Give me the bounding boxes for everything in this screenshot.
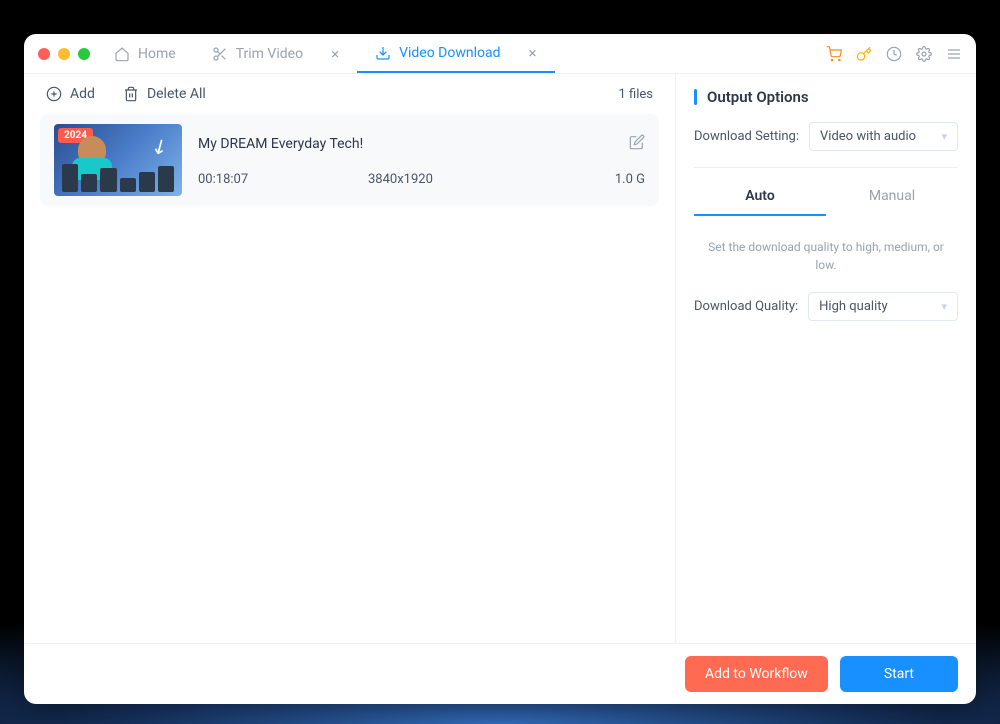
download-quality-field: Download Quality: High quality ▾ <box>694 292 958 321</box>
cart-icon[interactable] <box>826 46 842 62</box>
output-options-sidebar: Output Options Download Setting: Video w… <box>676 74 976 643</box>
tab-manual[interactable]: Manual <box>826 178 958 216</box>
titlebar: Home Trim Video × Video Download × <box>24 34 976 74</box>
tab-trim-video[interactable]: Trim Video × <box>194 34 357 73</box>
file-count: 1 files <box>619 87 654 102</box>
start-button[interactable]: Start <box>840 656 958 692</box>
tab-auto[interactable]: Auto <box>694 178 826 216</box>
tab-video-download[interactable]: Video Download × <box>357 34 554 73</box>
history-icon[interactable] <box>886 46 902 62</box>
file-resolution: 3840x1920 <box>368 172 615 187</box>
menu-icon[interactable] <box>946 46 962 62</box>
download-setting-label: Download Setting: <box>694 129 799 144</box>
quality-hint: Set the download quality to high, medium… <box>694 216 958 292</box>
settings-icon[interactable] <box>916 46 932 62</box>
minimize-window-button[interactable] <box>58 48 70 60</box>
home-icon <box>114 46 130 62</box>
quality-tabs: Auto Manual <box>694 178 958 216</box>
close-tab-trim[interactable]: × <box>331 45 339 63</box>
add-label: Add <box>70 86 95 102</box>
download-setting-select[interactable]: Video with audio ▾ <box>809 122 958 151</box>
app-window: Home Trim Video × Video Download × <box>24 34 976 704</box>
maximize-window-button[interactable] <box>78 48 90 60</box>
file-size: 1.0 G <box>615 172 645 187</box>
file-duration: 00:18:07 <box>198 172 368 187</box>
tabs: Home Trim Video × Video Download × <box>108 34 826 73</box>
download-quality-value: High quality <box>819 299 887 314</box>
titlebar-actions <box>826 46 962 62</box>
key-icon[interactable] <box>856 46 872 62</box>
tab-trim-label: Trim Video <box>236 46 303 62</box>
delete-all-button[interactable]: Delete All <box>123 86 206 102</box>
main-panel: Add Delete All 1 files 2024 ↙ <box>24 74 676 643</box>
content: Add Delete All 1 files 2024 ↙ <box>24 74 976 643</box>
chevron-down-icon: ▾ <box>941 300 947 313</box>
download-quality-select[interactable]: High quality ▾ <box>808 292 958 321</box>
file-item[interactable]: 2024 ↙ My DREAM Everyday Tech! <box>40 114 659 206</box>
add-button[interactable]: Add <box>46 86 95 102</box>
file-title: My DREAM Everyday Tech! <box>198 136 363 152</box>
sidebar-title: Output Options <box>694 88 958 106</box>
tab-home-label: Home <box>138 46 176 62</box>
pencil-icon <box>629 134 645 150</box>
add-to-workflow-button[interactable]: Add to Workflow <box>685 656 828 692</box>
file-toolbar: Add Delete All 1 files <box>24 74 675 114</box>
trash-icon <box>123 86 139 102</box>
video-thumbnail: 2024 ↙ <box>54 124 182 196</box>
tab-download-label: Video Download <box>399 45 500 61</box>
thumb-arrow: ↙ <box>146 131 173 160</box>
chevron-down-icon: ▾ <box>941 130 947 143</box>
tab-home[interactable]: Home <box>108 34 194 73</box>
divider <box>694 167 958 168</box>
footer: Add to Workflow Start <box>24 643 976 704</box>
plus-circle-icon <box>46 86 62 102</box>
file-list: 2024 ↙ My DREAM Everyday Tech! <box>24 114 675 643</box>
traffic-lights <box>38 48 90 60</box>
scissors-icon <box>212 46 228 62</box>
download-quality-label: Download Quality: <box>694 299 798 314</box>
download-setting-field: Download Setting: Video with audio ▾ <box>694 122 958 151</box>
download-icon <box>375 45 391 61</box>
edit-file-button[interactable] <box>629 134 645 154</box>
download-setting-value: Video with audio <box>820 129 916 144</box>
close-window-button[interactable] <box>38 48 50 60</box>
file-info: My DREAM Everyday Tech! 00:18:07 3840x19… <box>198 134 645 187</box>
delete-all-label: Delete All <box>147 86 206 102</box>
close-tab-download[interactable]: × <box>529 44 537 62</box>
